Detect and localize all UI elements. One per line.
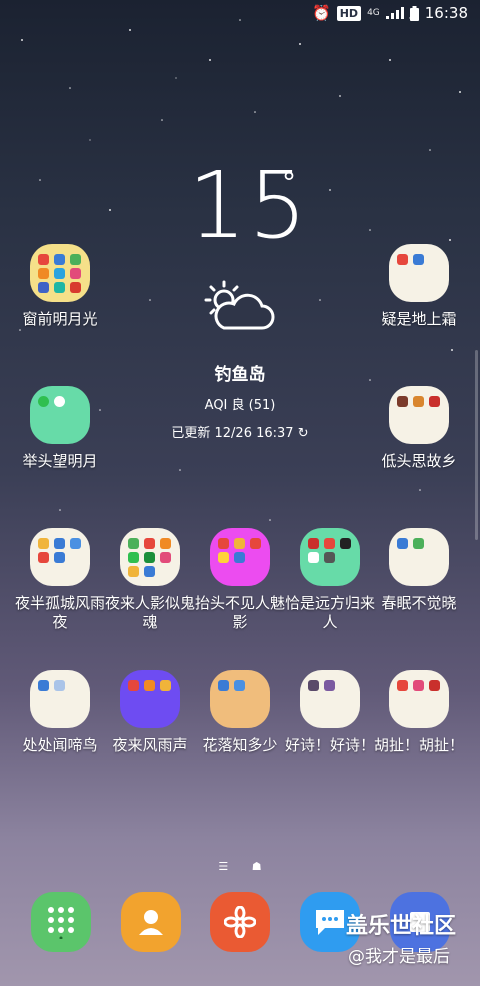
folder-label: 恰是远方归来人 — [285, 594, 376, 631]
folder-6[interactable]: 抬头不见人魅影 — [195, 528, 285, 632]
dialpad-icon — [48, 907, 74, 939]
folder-icon — [300, 528, 360, 586]
person-icon — [139, 910, 163, 935]
clock: 16:38 — [424, 4, 468, 22]
folder-icon — [120, 528, 180, 586]
folder-5[interactable]: 夜来人影似鬼魂 — [105, 528, 195, 632]
folder-2[interactable]: 举头望明月 — [15, 386, 105, 471]
folder-4[interactable]: 夜半孤城风雨夜 — [15, 528, 105, 632]
gallery-app-icon[interactable] — [210, 892, 270, 952]
update-time-text: 已更新 12/26 16:37 — [171, 426, 294, 441]
folder-label: 举头望明月 — [22, 452, 98, 470]
folder-icon — [389, 670, 449, 728]
page-edge-indicator — [475, 350, 478, 540]
contacts-app-icon[interactable] — [121, 892, 181, 952]
signal-icon — [385, 7, 404, 19]
folder-8[interactable]: 春眠不觉晓 — [374, 528, 464, 613]
hd-badge: HD — [336, 5, 362, 21]
folder-icon — [30, 670, 90, 728]
folder-icon — [120, 670, 180, 728]
folder-icon — [300, 670, 360, 728]
battery-icon — [409, 5, 419, 21]
folder-icon — [30, 386, 90, 444]
refresh-icon[interactable]: ↻ — [298, 426, 309, 441]
folder-10[interactable]: 夜来风雨声 — [105, 670, 195, 755]
folder-9[interactable]: 处处闻啼鸟 — [15, 670, 105, 755]
folder-icon — [389, 244, 449, 302]
watermark-author: @我才是最后 — [348, 947, 450, 967]
home-page-dot-icon[interactable]: ☰ — [218, 860, 228, 873]
folder-label: 夜半孤城风雨夜 — [15, 594, 106, 631]
folder-label: 胡扯！胡扯！ — [374, 736, 465, 754]
degree-symbol: ° — [282, 166, 296, 199]
folder-12[interactable]: 好诗！好诗！ — [285, 670, 375, 755]
status-bar: ⏰ HD 4G 16:38 — [0, 0, 480, 28]
alarm-icon: ⏰ — [312, 4, 331, 22]
folder-icon — [30, 244, 90, 302]
folder-11[interactable]: 花落知多少 — [195, 670, 285, 755]
phone-app-icon[interactable] — [31, 892, 91, 952]
folder-13[interactable]: 胡扯！胡扯！ — [374, 670, 464, 755]
partly-cloudy-icon — [204, 280, 275, 330]
folder-label: 窗前明月光 — [22, 310, 98, 328]
folder-label: 抬头不见人魅影 — [195, 594, 286, 631]
page-indicator[interactable]: ☰ ☗ — [0, 860, 480, 873]
page-dot-icon[interactable]: ☗ — [252, 860, 262, 873]
folder-icon — [210, 670, 270, 728]
folder-label: 春眠不觉晓 — [381, 594, 457, 612]
status-icons: ⏰ HD 4G 16:38 — [312, 4, 468, 22]
folder-icon — [389, 386, 449, 444]
city-name: 钓鱼岛 — [214, 365, 266, 385]
folder-label: 夜来人影似鬼魂 — [105, 594, 196, 631]
network-type: 4G — [367, 8, 380, 18]
folder-7[interactable]: 恰是远方归来人 — [285, 528, 375, 632]
folder-icon — [389, 528, 449, 586]
folder-1[interactable]: 疑是地上霜 — [374, 244, 464, 329]
folder-label: 处处闻啼鸟 — [22, 736, 98, 754]
folder-label: 低头思故乡 — [381, 452, 457, 470]
chat-bubble-icon — [316, 910, 344, 935]
folder-icon — [210, 528, 270, 586]
folder-label: 疑是地上霜 — [381, 310, 457, 328]
folder-label: 夜来风雨声 — [112, 736, 188, 754]
folder-0[interactable]: 窗前明月光 — [15, 244, 105, 329]
folder-label: 花落知多少 — [202, 736, 278, 754]
folder-3[interactable]: 低头思故乡 — [374, 386, 464, 471]
folder-label: 好诗！好诗！ — [285, 736, 376, 754]
folder-icon — [30, 528, 90, 586]
watermark-title: 盖乐世社区 — [346, 914, 457, 939]
flower-icon — [224, 906, 256, 938]
